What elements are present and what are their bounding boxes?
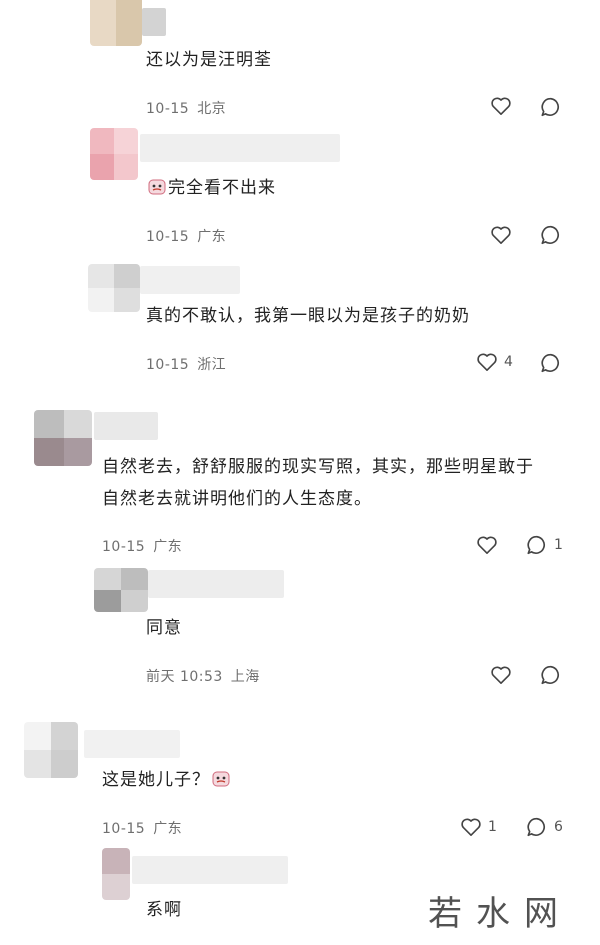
avatar[interactable] — [90, 0, 142, 46]
comment-meta: 10-15 浙江 — [146, 354, 234, 374]
like-button[interactable] — [490, 665, 512, 685]
comment-location: 北京 — [197, 101, 227, 117]
comment-thread: 还以为是汪明荃 10-15 北京 完全看不出来 10-15 广东 真的不敢认，我… — [0, 0, 600, 945]
comment-bubble-icon — [526, 534, 548, 556]
avatar[interactable] — [90, 128, 138, 180]
like-button[interactable]: 4 — [476, 352, 513, 372]
avatar[interactable] — [88, 264, 140, 312]
comment-meta: 10-15 北京 — [146, 98, 234, 118]
watermark-logo: 若水网 — [428, 894, 572, 934]
comment-meta: 10-15 广东 — [146, 226, 234, 246]
comment-text: 这是她儿子？ — [102, 770, 210, 790]
like-count: 4 — [504, 354, 513, 370]
comment-text-row: 完全看不出来 — [146, 172, 276, 204]
reply-button[interactable] — [540, 352, 562, 374]
heart-icon — [490, 665, 512, 685]
comment-meta: 前天 10:53 上海 — [146, 666, 268, 686]
comment-bubble-icon — [540, 664, 562, 686]
comment-location: 广东 — [153, 821, 183, 837]
like-button[interactable]: 1 — [460, 817, 497, 837]
avatar[interactable] — [94, 568, 148, 612]
reply-button[interactable] — [540, 224, 562, 246]
comment-text-row: 这是她儿子？ — [102, 764, 232, 796]
comment-date: 前天 10:53 — [146, 669, 223, 685]
comment-bubble-icon — [526, 816, 548, 838]
reply-button[interactable]: 6 — [526, 816, 563, 838]
comment-meta: 10-15 广东 — [102, 536, 190, 556]
reply-count: 6 — [554, 819, 563, 835]
comment-text: 完全看不出来 — [168, 178, 276, 198]
reply-button[interactable]: 1 — [526, 534, 563, 556]
comment-location: 广东 — [153, 539, 183, 555]
username-blurred[interactable] — [140, 134, 340, 162]
heart-icon — [476, 535, 498, 555]
comment-bubble-icon — [540, 224, 562, 246]
avatar[interactable] — [34, 410, 92, 466]
reply-count: 1 — [554, 537, 563, 553]
face-emoji-icon — [212, 767, 230, 787]
username-blurred[interactable] — [94, 412, 158, 440]
comment-location: 上海 — [230, 669, 260, 685]
avatar[interactable] — [102, 848, 130, 900]
heart-icon — [490, 225, 512, 245]
heart-icon — [490, 96, 512, 116]
username-blurred[interactable] — [140, 266, 240, 294]
username-blurred[interactable] — [142, 8, 166, 36]
like-button[interactable] — [490, 96, 512, 116]
like-button[interactable] — [490, 225, 512, 245]
comment-bubble-icon — [540, 96, 562, 118]
username-blurred[interactable] — [84, 730, 180, 758]
comment-text: 自然老去，舒舒服服的现实写照，其实，那些明星敢于自然老去就讲明他们的人生态度。 — [102, 457, 534, 509]
comment-text: 真的不敢认，我第一眼以为是孩子的奶奶 — [146, 306, 470, 326]
username-blurred[interactable] — [148, 570, 284, 598]
username-blurred[interactable] — [132, 856, 288, 884]
comment-date: 10-15 — [146, 357, 190, 373]
comment-text: 还以为是汪明荃 — [146, 50, 272, 70]
reply-button[interactable] — [540, 664, 562, 686]
comment-date: 10-15 — [146, 229, 190, 245]
comment-bubble-icon — [540, 352, 562, 374]
heart-icon — [476, 352, 498, 372]
comment-location: 浙江 — [197, 357, 227, 373]
comment-date: 10-15 — [102, 539, 146, 555]
comment-text: 系啊 — [146, 900, 182, 920]
comment-text: 同意 — [146, 618, 182, 638]
comment-date: 10-15 — [102, 821, 146, 837]
like-count: 1 — [488, 819, 497, 835]
reply-button[interactable] — [540, 96, 562, 118]
comment-location: 广东 — [197, 229, 227, 245]
face-emoji-icon — [148, 175, 166, 195]
avatar[interactable] — [24, 722, 78, 778]
heart-icon — [460, 817, 482, 837]
comment-date: 10-15 — [146, 101, 190, 117]
comment-meta: 10-15 广东 — [102, 818, 190, 838]
like-button[interactable] — [476, 535, 498, 555]
